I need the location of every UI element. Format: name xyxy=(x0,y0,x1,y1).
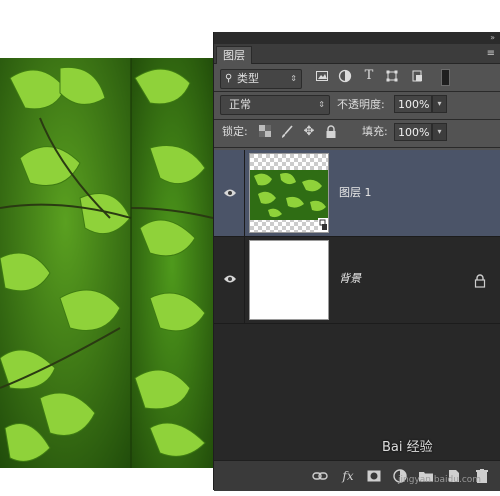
add-mask-icon[interactable] xyxy=(366,468,382,484)
type-filter-icon[interactable]: T xyxy=(362,69,376,83)
layer-lock-icon[interactable] xyxy=(474,273,486,288)
lock-all-icon[interactable] xyxy=(324,125,338,139)
lock-image-icon[interactable] xyxy=(280,125,294,139)
watermark-logo: Bai 经验 xyxy=(382,440,433,455)
fill-label: 填充: xyxy=(362,125,388,138)
layer-filter-row: ⚲ 类型 ⇕ xyxy=(214,64,500,92)
layer-thumbnail[interactable] xyxy=(249,240,329,320)
opacity-input[interactable]: 100% xyxy=(394,95,432,113)
blend-mode-value: 正常 xyxy=(229,98,251,111)
filter-toggle-icon[interactable] xyxy=(441,69,450,86)
image-filter-icon[interactable] xyxy=(315,69,329,83)
lock-label: 锁定: xyxy=(222,125,248,138)
layers-panel: » 图层 ≡ ⚲ 类型 ⇕ T 正常 ⇕ 不透明度: 100% ▾ 锁定: ✥ … xyxy=(213,32,500,491)
blend-mode-select[interactable]: 正常 ⇕ xyxy=(220,95,330,115)
tab-layers[interactable]: 图层 xyxy=(216,46,252,64)
adjustment-filter-icon[interactable] xyxy=(338,69,352,83)
search-icon: ⚲ xyxy=(225,73,233,84)
divider xyxy=(244,237,245,323)
chevron-updown-icon: ⇕ xyxy=(290,74,297,83)
opacity-dropdown-button[interactable]: ▾ xyxy=(432,95,447,113)
smart-object-filter-icon[interactable] xyxy=(410,69,424,83)
divider xyxy=(244,150,245,236)
layer-row-layer-1[interactable]: 图层 1 xyxy=(214,150,500,236)
layer-name[interactable]: 背景 xyxy=(339,272,361,286)
watermark-url: jingyan.baidu.com xyxy=(398,475,482,485)
canvas-image xyxy=(0,58,213,468)
layer-row-background[interactable]: 背景 xyxy=(214,237,500,323)
divider xyxy=(214,323,500,324)
layer-name[interactable]: 图层 1 xyxy=(339,186,372,200)
divider xyxy=(214,147,500,148)
lock-position-icon[interactable]: ✥ xyxy=(302,125,316,139)
chevron-updown-icon: ⇕ xyxy=(318,100,325,109)
eye-icon[interactable] xyxy=(223,188,237,198)
layers-list: 图层 1 背景 xyxy=(214,150,500,460)
panel-menu-icon[interactable]: ≡ xyxy=(487,48,495,60)
filter-kind-label: 类型 xyxy=(237,72,259,85)
eye-icon[interactable] xyxy=(223,274,237,284)
fill-dropdown-button[interactable]: ▾ xyxy=(432,123,447,141)
divider xyxy=(214,91,500,92)
fill-input[interactable]: 100% xyxy=(394,123,432,141)
panel-title-bar: » xyxy=(214,32,500,44)
layer-thumbnail[interactable] xyxy=(249,153,329,233)
panel-tab-row: 图层 ≡ xyxy=(214,44,500,64)
lock-transparent-icon[interactable] xyxy=(258,125,272,139)
collapse-panel-icon[interactable]: » xyxy=(490,33,495,43)
opacity-label: 不透明度: xyxy=(337,98,385,111)
shape-filter-icon[interactable] xyxy=(385,69,399,83)
filter-kind-select[interactable]: ⚲ 类型 ⇕ xyxy=(220,69,302,89)
fx-icon[interactable]: fx xyxy=(340,468,356,484)
link-layers-icon[interactable] xyxy=(312,468,328,484)
divider xyxy=(214,119,500,120)
